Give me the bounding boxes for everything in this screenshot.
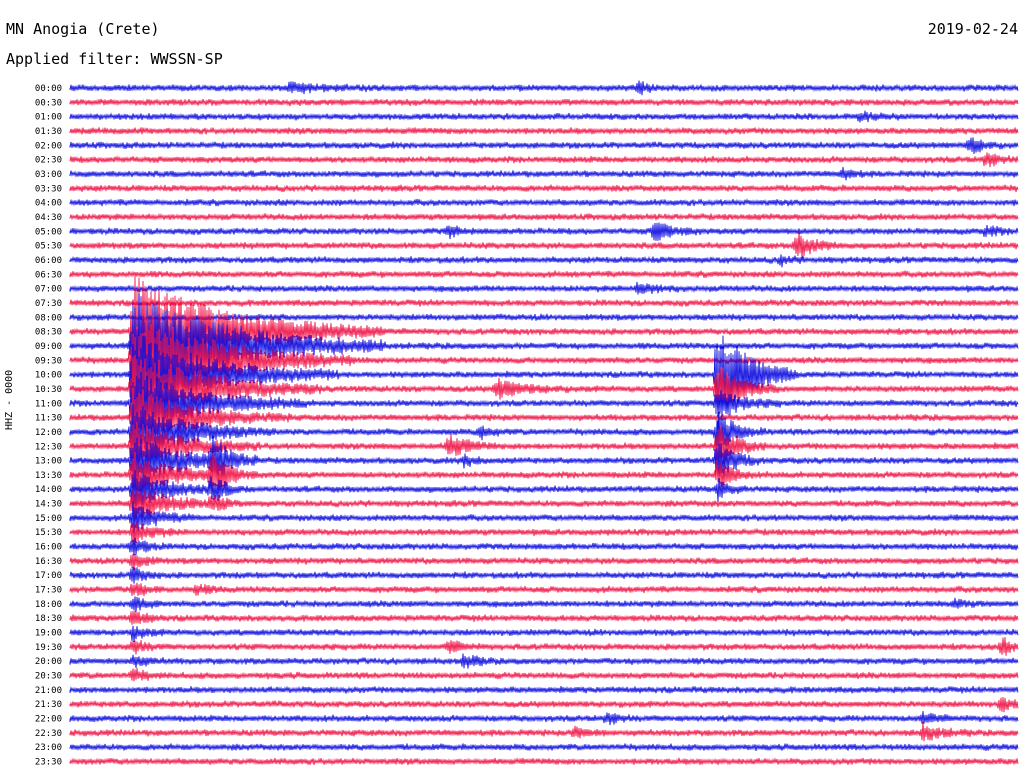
row-tick-label: 14:00: [35, 485, 62, 495]
row-tick-label: 06:00: [35, 256, 62, 266]
trace-line: [69, 313, 1019, 322]
row-tick-label: 18:30: [35, 614, 62, 624]
trace-line: [69, 743, 1019, 752]
trace-line: [69, 231, 1019, 259]
row-tick-label: 16:30: [35, 557, 62, 567]
row-tick-label: 08:00: [35, 313, 62, 323]
row-tick-label: 00:30: [35, 98, 62, 108]
trace-line: [69, 625, 1019, 643]
row-tick-label: 19:30: [35, 643, 62, 653]
trace-line: [69, 757, 1019, 766]
row-tick-label: 22:30: [35, 729, 62, 739]
seismogram-plot: 00:00 00:30 01:00 01:30 02:00 02:30 03:00 03:30…: [35, 80, 1019, 768]
row-tick-label: 11:00: [35, 399, 62, 409]
trace-line: [69, 553, 1019, 571]
row-tick-label: 15:30: [35, 528, 62, 538]
row-tick-label: 23:30: [35, 758, 62, 768]
row-tick-label: 09:00: [35, 342, 62, 352]
row-tick-label: 13:30: [35, 471, 62, 481]
row-tick-label: 03:00: [35, 170, 62, 180]
trace-line: [69, 298, 1019, 308]
row-tick-label: 12:00: [35, 428, 62, 438]
row-tick-label: 09:30: [35, 356, 62, 366]
row-tick-label: 02:00: [35, 141, 62, 151]
row-tick-label: 21:30: [35, 700, 62, 710]
trace-line: [69, 137, 1019, 155]
trace-line: [69, 710, 1019, 726]
trace-line: [69, 212, 1019, 222]
row-tick-label: 07:30: [35, 299, 62, 309]
row-tick-label: 00:00: [35, 84, 62, 94]
row-tick-label: 20:00: [35, 657, 62, 667]
trace-line: [69, 80, 1019, 96]
trace-line: [69, 637, 1019, 656]
row-tick-label: 05:30: [35, 242, 62, 252]
row-tick-label: 02:30: [35, 156, 62, 166]
trace-line: [69, 537, 1019, 556]
trace-line: [69, 721, 1019, 742]
trace-line: [69, 184, 1019, 193]
row-tick-label: 04:30: [35, 213, 62, 223]
trace-line: [69, 596, 1019, 612]
trace-line: [69, 281, 1019, 295]
trace-line: [69, 696, 1019, 713]
trace-line: [69, 610, 1019, 625]
row-tick-label: 07:00: [35, 285, 62, 295]
row-tick-label: 15:00: [35, 514, 62, 524]
row-tick-label: 10:00: [35, 371, 62, 381]
row-tick-label: 10:30: [35, 385, 62, 395]
trace-line: [69, 198, 1019, 207]
trace-line: [69, 269, 1019, 279]
row-tick-label: 12:30: [35, 442, 62, 452]
row-tick-label: 01:00: [35, 113, 62, 123]
trace-line: [69, 110, 1019, 123]
trace-line: [69, 685, 1019, 695]
row-tick-label: 06:30: [35, 270, 62, 280]
row-tick-label: 18:00: [35, 600, 62, 610]
trace-line: [69, 222, 1019, 241]
row-tick-label: 04:00: [35, 199, 62, 209]
row-tick-label: 14:30: [35, 500, 62, 510]
row-tick-label: 17:30: [35, 586, 62, 596]
row-tick-label: 08:30: [35, 328, 62, 338]
trace-line: [69, 566, 1019, 584]
row-tick-label: 23:00: [35, 743, 62, 753]
row-tick-label: 22:00: [35, 715, 62, 725]
row-tick-label: 11:30: [35, 414, 62, 424]
trace-line: [69, 126, 1019, 136]
trace-line: [69, 582, 1019, 597]
row-tick-label: 21:00: [35, 686, 62, 696]
trace-line: [69, 667, 1019, 682]
row-tick-label: 20:30: [35, 672, 62, 682]
row-tick-label: 03:30: [35, 184, 62, 194]
trace-line: [69, 653, 1019, 669]
row-tick-label: 05:00: [35, 227, 62, 237]
row-tick-label: 19:00: [35, 629, 62, 639]
row-tick-label: 13:00: [35, 457, 62, 467]
trace-line: [69, 521, 1019, 546]
trace-line: [69, 152, 1019, 168]
trace-line: [69, 98, 1019, 107]
row-tick-label: 17:00: [35, 571, 62, 581]
trace-line: [69, 166, 1019, 181]
row-tick-label: 16:00: [35, 543, 62, 553]
trace-line: [69, 254, 1019, 268]
row-tick-label: 01:30: [35, 127, 62, 137]
